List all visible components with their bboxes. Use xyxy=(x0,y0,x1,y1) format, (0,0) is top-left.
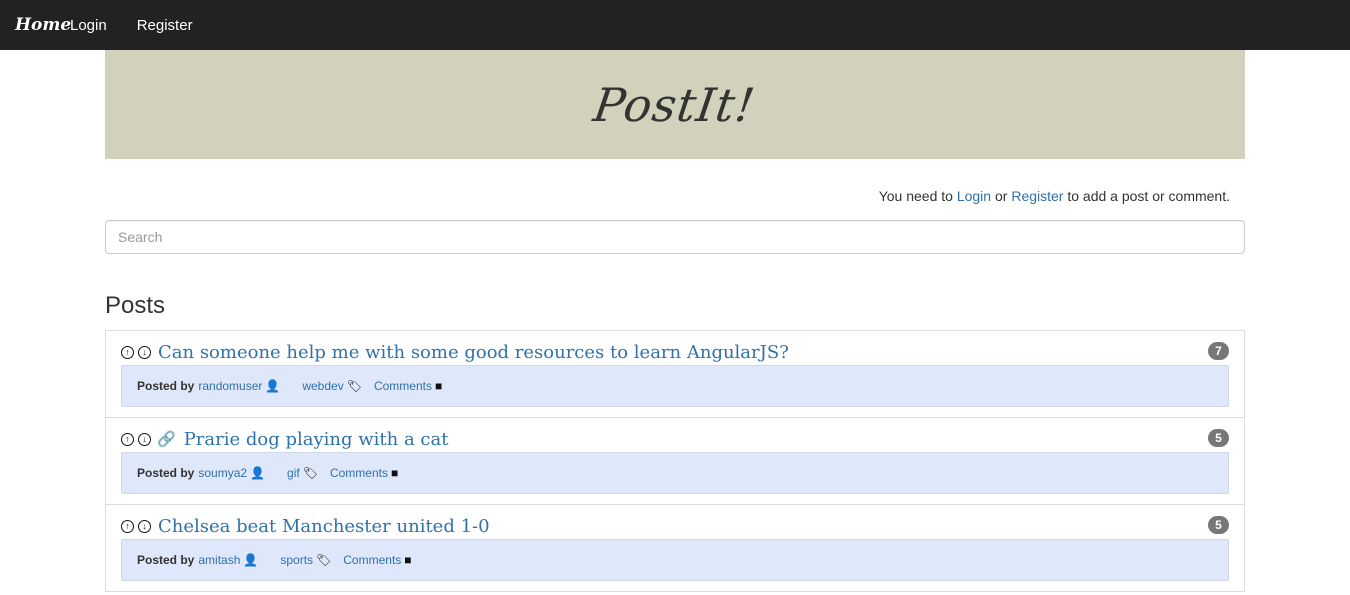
post-meta: Posted by amitash 👤 sports 🏷 Comments ■ xyxy=(121,539,1229,581)
author-link[interactable]: soumya2 xyxy=(198,466,247,480)
top-navbar: Home Login Register xyxy=(0,0,1350,50)
home-link[interactable]: Home xyxy=(0,15,71,35)
downvote-icon[interactable]: ↓ xyxy=(138,345,151,359)
link-icon[interactable]: 🔗 xyxy=(157,430,176,448)
post-item: ↑ ↓ Can someone help me with some good r… xyxy=(106,331,1244,418)
post-title[interactable]: Chelsea beat Manchester united 1-0 xyxy=(158,516,490,537)
post-item: ↑ ↓ 🔗 Prarie dog playing with a cat 5 Po… xyxy=(106,418,1244,505)
posted-by-label: Posted by xyxy=(137,466,195,480)
comments-link[interactable]: Comments xyxy=(374,379,432,393)
comments-link[interactable]: Comments xyxy=(343,553,401,567)
notice-prefix: You need to xyxy=(878,188,957,204)
post-item: ↑ ↓ Chelsea beat Manchester united 1-0 5… xyxy=(106,505,1244,592)
posted-by-label: Posted by xyxy=(137,379,195,393)
post-meta: Posted by randomuser 👤 webdev 🏷 Comments… xyxy=(121,365,1229,407)
tag-icon: 🏷 xyxy=(302,466,318,480)
posted-by-label: Posted by xyxy=(137,553,195,567)
downvote-icon[interactable]: ↓ xyxy=(138,519,151,533)
comment-icon: ■ xyxy=(390,466,399,480)
register-link[interactable]: Register xyxy=(137,17,193,34)
user-icon: 👤 xyxy=(265,379,281,393)
upvote-icon[interactable]: ↑ xyxy=(121,345,134,359)
login-link[interactable]: Login xyxy=(70,17,107,34)
user-icon: 👤 xyxy=(243,553,259,567)
upvote-icon[interactable]: ↑ xyxy=(121,432,134,446)
search-input[interactable] xyxy=(105,220,1245,254)
tag-link[interactable]: sports xyxy=(280,553,313,567)
login-notice: You need to Login or Register to add a p… xyxy=(879,188,1230,204)
notice-login-link[interactable]: Login xyxy=(957,188,991,204)
comment-count-badge: 5 xyxy=(1208,516,1229,534)
tag-link[interactable]: gif xyxy=(287,466,300,480)
tag-icon: 🏷 xyxy=(346,379,362,393)
tag-link[interactable]: webdev xyxy=(302,379,343,393)
tag-icon: 🏷 xyxy=(316,553,332,567)
site-title: PostIt! xyxy=(590,77,760,132)
upvote-icon[interactable]: ↑ xyxy=(121,519,134,533)
comment-count-badge: 7 xyxy=(1208,342,1229,360)
post-title[interactable]: Can someone help me with some good resou… xyxy=(158,342,789,363)
posts-heading: Posts xyxy=(105,292,166,319)
comment-icon: ■ xyxy=(404,553,412,567)
author-link[interactable]: amitash xyxy=(198,553,240,567)
notice-or: or xyxy=(991,188,1012,204)
comment-icon: ■ xyxy=(434,379,443,393)
author-link[interactable]: randomuser xyxy=(198,379,262,393)
notice-suffix: to add a post or comment. xyxy=(1063,188,1230,204)
post-title[interactable]: Prarie dog playing with a cat xyxy=(184,429,449,450)
comments-link[interactable]: Comments xyxy=(330,466,388,480)
post-meta: Posted by soumya2 👤 gif 🏷 Comments ■ xyxy=(121,452,1229,494)
notice-register-link[interactable]: Register xyxy=(1011,188,1063,204)
comment-count-badge: 5 xyxy=(1208,429,1229,447)
user-icon: 👤 xyxy=(250,466,266,480)
post-list: ↑ ↓ Can someone help me with some good r… xyxy=(105,330,1245,592)
downvote-icon[interactable]: ↓ xyxy=(138,432,151,446)
header-banner: PostIt! xyxy=(105,50,1245,159)
